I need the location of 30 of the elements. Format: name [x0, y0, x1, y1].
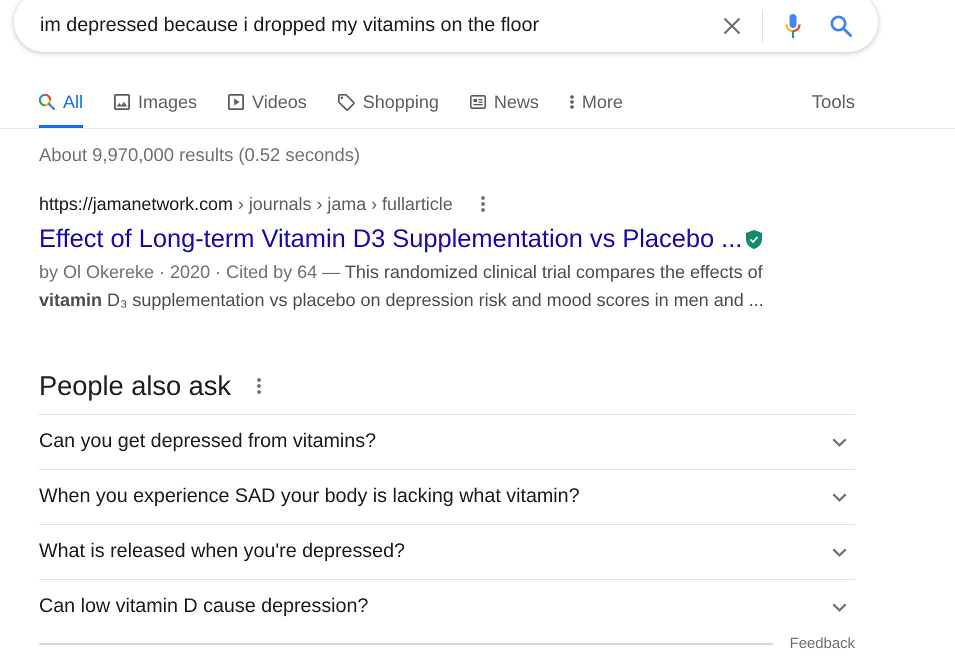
tab[interactable]: More — [570, 76, 623, 128]
tab[interactable]: News — [470, 76, 539, 128]
more-icon — [570, 95, 574, 109]
section-options-icon[interactable] — [256, 378, 261, 394]
tag-icon — [338, 94, 355, 110]
question-button[interactable]: Can you get depressed from vitamins? — [39, 414, 855, 469]
result-url: https://jamanetwork.com — [39, 192, 233, 216]
question-button[interactable]: When you experience SAD your body is lacking what vitamin? — [39, 469, 855, 524]
play-icon — [228, 94, 244, 110]
result-breadcrumb: › journals › jama › fullarticle — [238, 192, 453, 216]
tools-button[interactable]: Tools — [812, 76, 855, 128]
result-title-link[interactable]: Effect of Long-term Vitamin D3 Supplementation vs Placebo ... — [39, 224, 742, 254]
more-options-icon[interactable] — [480, 196, 485, 212]
search-input[interactable]: im depressed because i dropped my vitamins on the floor — [40, 11, 713, 41]
tab[interactable]: Shopping — [338, 76, 439, 128]
tab[interactable]: Videos — [228, 76, 307, 128]
search-icon — [39, 94, 55, 110]
question-button[interactable]: Can low vitamin D cause depression? — [39, 579, 855, 634]
search-icon[interactable] — [830, 15, 852, 37]
section-heading: People also ask — [39, 369, 231, 403]
tab[interactable]: Images — [114, 76, 198, 128]
question-button[interactable]: What is released when you're depressed? — [39, 524, 855, 579]
feedback-link[interactable]: Feedback — [790, 632, 855, 656]
result-stats: About 9,970,000 results (0.52 seconds) — [39, 144, 360, 166]
result-snippet: by Ol Okereke · 2020 · Cited by 64 — This randomized clinical trial compares the effects of vitamin D₃ supplementation vs placebo on depression risk and mood scores in men and ... — [39, 261, 765, 312]
clear-icon[interactable] — [723, 17, 741, 35]
image-icon — [114, 94, 130, 110]
newspaper-icon — [470, 95, 486, 109]
tab[interactable]: All — [39, 76, 84, 128]
microphone-icon[interactable] — [785, 14, 801, 38]
